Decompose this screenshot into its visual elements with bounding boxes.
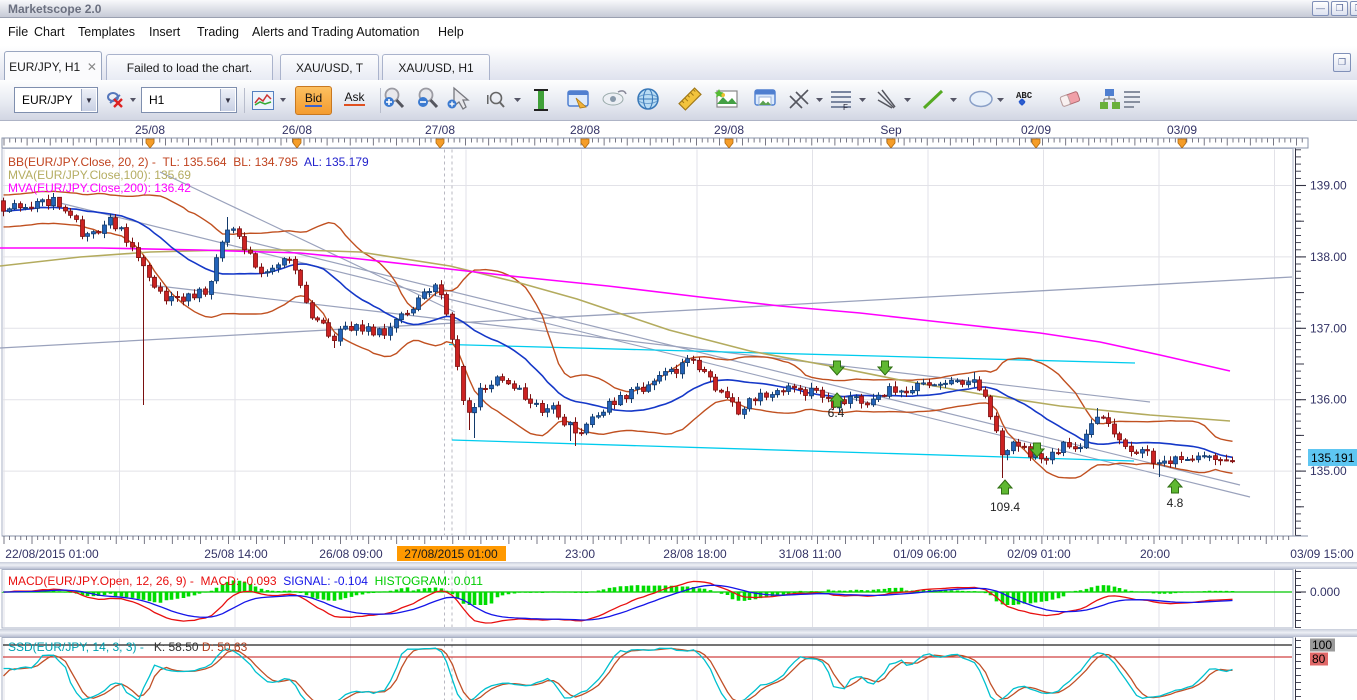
svg-text:F: F: [843, 103, 848, 112]
svg-text:135.00: 135.00: [1310, 464, 1347, 478]
svg-text:02/09: 02/09: [1021, 123, 1051, 137]
svg-text:25/08 14:00: 25/08 14:00: [204, 547, 268, 561]
svg-text:29/08: 29/08: [714, 123, 744, 137]
svg-text:136.00: 136.00: [1310, 393, 1347, 407]
svg-text:27/08/2015 01:00: 27/08/2015 01:00: [404, 547, 498, 561]
svg-text:SSD(EUR/JPY, 14, 3, 3) - K:: SSD(EUR/JPY, 14, 3, 3) - K: 58.50 D: 50.…: [8, 640, 248, 654]
svg-text:25/08: 25/08: [135, 123, 165, 137]
svg-text:80: 80: [1312, 652, 1326, 666]
svg-text:03/09: 03/09: [1167, 123, 1197, 137]
svg-text:Sep: Sep: [880, 123, 902, 137]
svg-text:03/09 15:00: 03/09 15:00: [1290, 547, 1354, 561]
svg-text:138.00: 138.00: [1310, 250, 1347, 264]
svg-text:I: I: [486, 92, 490, 107]
svg-text:22/08/2015 01:00: 22/08/2015 01:00: [5, 547, 99, 561]
svg-text:01/09 06:00: 01/09 06:00: [893, 547, 957, 561]
svg-text:0.000: 0.000: [1310, 585, 1340, 599]
svg-text:135.191: 135.191: [1311, 451, 1355, 465]
svg-text:ABC: ABC: [1016, 91, 1033, 101]
svg-text:139.00: 139.00: [1310, 179, 1347, 193]
svg-text:100: 100: [1312, 638, 1332, 652]
svg-text:20:00: 20:00: [1140, 547, 1170, 561]
svg-text:26/08: 26/08: [282, 123, 312, 137]
svg-text:28/08: 28/08: [570, 123, 600, 137]
svg-text:4.8: 4.8: [1167, 496, 1184, 510]
svg-text:31/08 11:00: 31/08 11:00: [779, 547, 842, 561]
svg-text:MVA(EUR/JPY.Close,100): 135.69: MVA(EUR/JPY.Close,100): 135.69: [8, 168, 191, 182]
svg-text:MVA(EUR/JPY.Close,200): 136.42: MVA(EUR/JPY.Close,200): 136.42: [8, 181, 191, 195]
svg-text:109.4: 109.4: [990, 500, 1020, 514]
svg-text:6.4: 6.4: [828, 406, 845, 420]
svg-text:BB(EUR/JPY.Close, 20, 2) - TL: BB(EUR/JPY.Close, 20, 2) - TL: 135.564 B…: [8, 155, 369, 169]
svg-text:MACD(EUR/JPY.Open, 12, 26, 9): MACD(EUR/JPY.Open, 12, 26, 9) - MACD: -0…: [8, 574, 483, 588]
svg-text:27/08: 27/08: [425, 123, 455, 137]
svg-text:02/09 01:00: 02/09 01:00: [1007, 547, 1071, 561]
svg-text:23:00: 23:00: [565, 547, 595, 561]
svg-text:137.00: 137.00: [1310, 321, 1347, 335]
svg-text:28/08 18:00: 28/08 18:00: [663, 547, 727, 561]
svg-text:26/08 09:00: 26/08 09:00: [319, 547, 383, 561]
